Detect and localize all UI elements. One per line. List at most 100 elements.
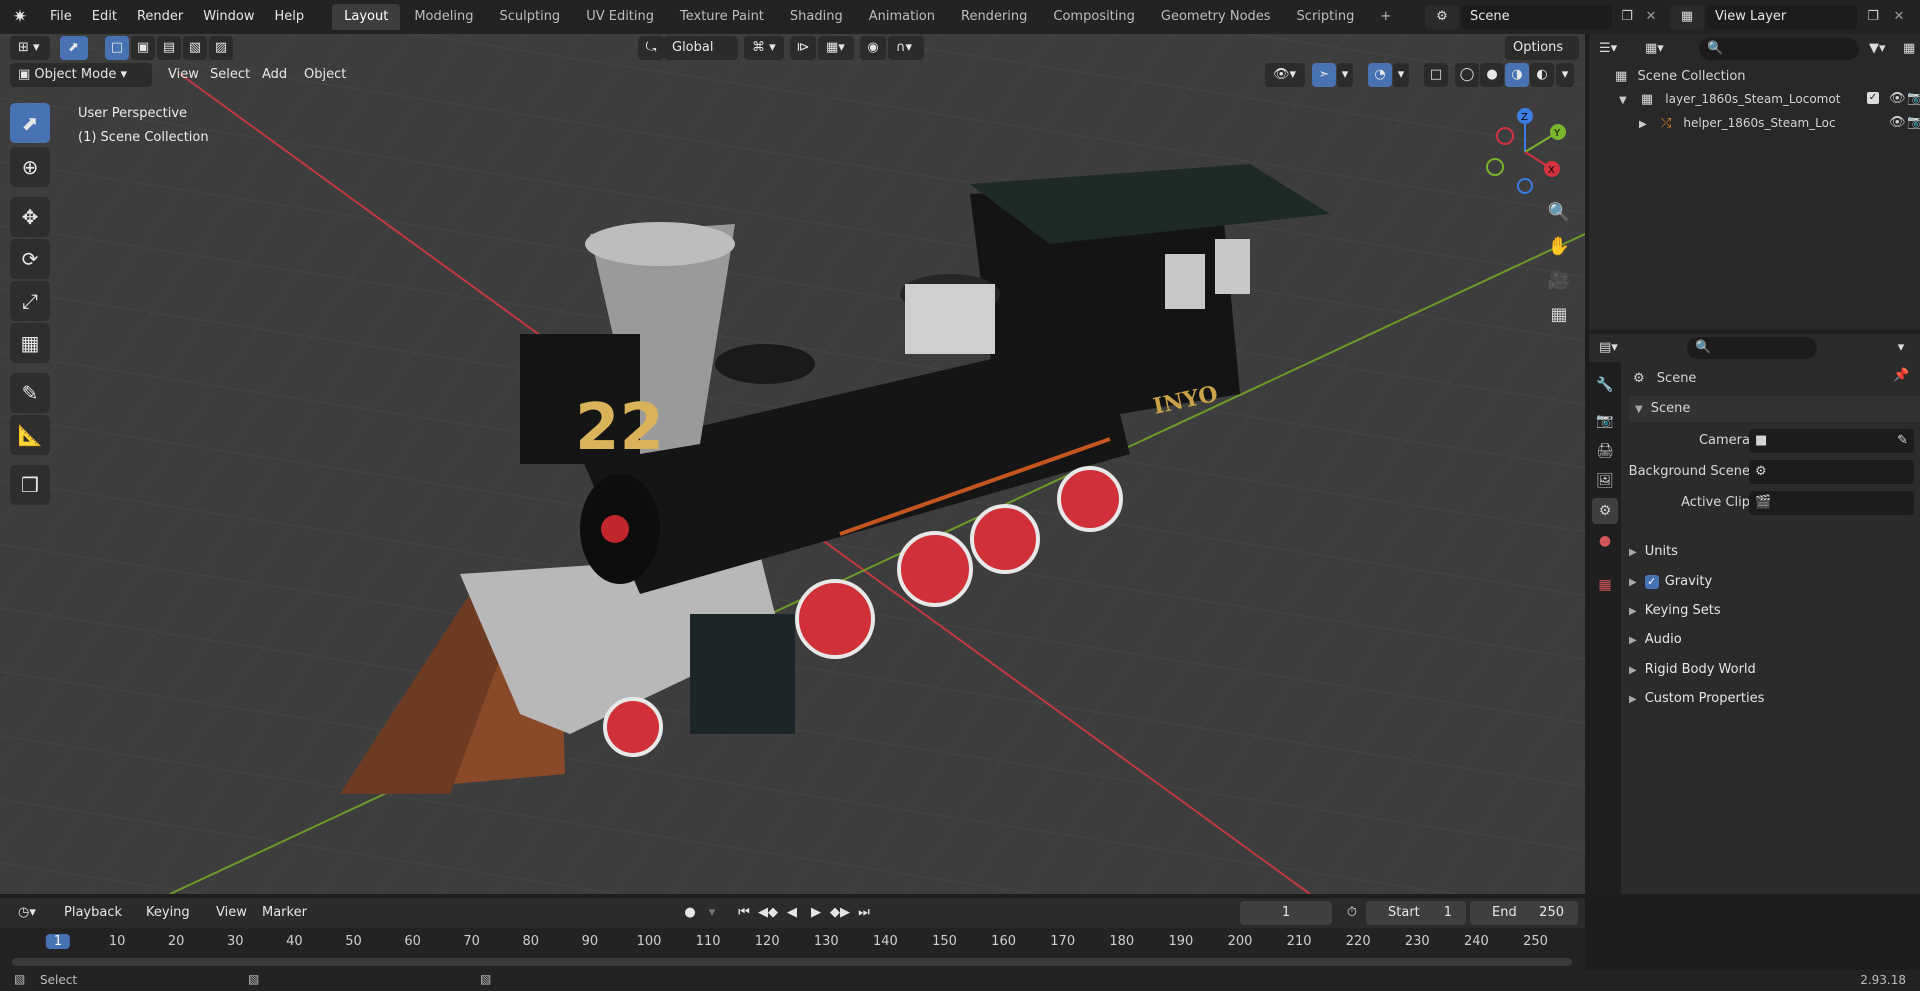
object-mode-dropdown[interactable]: ▣ Object Mode ▾ — [10, 63, 152, 87]
view-layer-close-icon[interactable]: ✕ — [1888, 5, 1910, 29]
view-layer-field[interactable]: View Layer — [1707, 5, 1857, 29]
viewport-menu-view[interactable]: View — [162, 63, 205, 87]
timeline-track[interactable]: 1 10 20 30 40 50 60 70 80 90 100 110 120 130 140 150 160… — [0, 928, 1585, 970]
properties-search-input[interactable]: 🔍 — [1687, 337, 1817, 359]
tool-transform[interactable]: ▦ — [10, 323, 50, 363]
camera-field[interactable]: ■ ✎ — [1749, 429, 1914, 453]
shading-solid-icon[interactable]: ● — [1480, 63, 1504, 87]
outliner-filter-icon[interactable]: ▼▾ — [1869, 38, 1903, 60]
tool-add-cube[interactable]: ❒ — [10, 465, 50, 505]
tab-rendering[interactable]: Rendering — [949, 4, 1039, 30]
outliner-item-layer[interactable]: ▼ ▦ layer_1860s_Steam_Locomot ✓ 👁 📷 — [1619, 88, 1920, 110]
shading-dropdown-icon[interactable]: ▾ — [1556, 63, 1574, 87]
pivot-point-icon[interactable]: ⌘ ▾ — [744, 36, 784, 60]
world-tab-icon[interactable]: ● — [1592, 528, 1618, 554]
select-mode-new-icon[interactable]: □ — [105, 36, 129, 60]
shading-material-icon[interactable]: ◑ — [1505, 63, 1529, 87]
menu-window[interactable]: Window — [193, 0, 264, 34]
axis-gizmo[interactable]: Z Y X — [1480, 104, 1570, 194]
timeline-menu-keying[interactable]: Keying ▾ — [138, 901, 204, 944]
render-camera-icon[interactable]: 📷 — [1907, 112, 1920, 134]
proportional-falloff-icon[interactable]: ∩▾ — [888, 36, 924, 60]
scene-panel-header[interactable]: ▼ Scene — [1629, 396, 1920, 422]
current-frame-field[interactable]: 1 — [1240, 901, 1332, 925]
include-checkbox[interactable]: ✓ — [1867, 92, 1879, 104]
outliner-editor-type-icon[interactable]: ☰▾ — [1599, 38, 1633, 60]
properties-editor-type-icon[interactable]: ▤▾ — [1599, 337, 1633, 359]
tool-measure[interactable]: 📐 — [10, 415, 50, 455]
auto-keying-icon[interactable]: ● — [678, 901, 702, 925]
section-keying-sets[interactable]: ▶ Keying Sets — [1629, 599, 1721, 623]
tool-cursor[interactable]: ⊕ — [10, 147, 50, 187]
tab-uv-editing[interactable]: UV Editing — [574, 4, 666, 30]
tab-texture-paint[interactable]: Texture Paint — [668, 4, 776, 30]
expand-caret-icon[interactable]: ▶ — [1639, 119, 1647, 130]
texture-tab-icon[interactable]: ▦ — [1592, 572, 1618, 598]
menu-file[interactable]: File — [40, 0, 82, 34]
add-workspace-button[interactable]: + — [1368, 4, 1403, 30]
snap-icon[interactable]: ⧐ — [790, 36, 816, 60]
timeline-scrollbar[interactable] — [12, 958, 1572, 966]
play-reverse-icon[interactable]: ◀ — [780, 901, 804, 925]
xray-toggle-icon[interactable]: □ — [1424, 63, 1448, 87]
menu-edit[interactable]: Edit — [82, 0, 127, 34]
eyedropper-icon[interactable]: ✎ — [1897, 429, 1908, 453]
timeline-menu-view[interactable]: View — [210, 901, 253, 925]
tool-rotate[interactable]: ⟳ — [10, 239, 50, 279]
start-frame-field[interactable]: Start 1 — [1366, 901, 1466, 925]
end-frame-field[interactable]: End 250 — [1470, 901, 1578, 925]
menu-render[interactable]: Render — [127, 0, 193, 34]
gravity-checkbox[interactable]: ✓ — [1644, 574, 1659, 589]
section-custom-properties[interactable]: ▶ Custom Properties — [1629, 687, 1764, 711]
visibility-icon[interactable]: 👁▾ — [1265, 63, 1305, 87]
select-mode-subtract-icon[interactable]: ▤ — [157, 36, 181, 60]
jump-start-icon[interactable]: ⏮ — [732, 901, 756, 925]
section-audio[interactable]: ▶ Audio — [1629, 628, 1682, 652]
section-units[interactable]: ▶ Units — [1629, 540, 1678, 564]
snap-target-icon[interactable]: ▦▾ — [818, 36, 854, 60]
tool-move[interactable]: ✥ — [10, 197, 50, 237]
viewport-menu-select[interactable]: Select — [204, 63, 256, 87]
current-frame-marker[interactable]: 1 — [45, 934, 71, 949]
section-rigid-body-world[interactable]: ▶ Rigid Body World — [1629, 658, 1756, 682]
active-clip-field[interactable]: 🎬 — [1749, 491, 1914, 515]
tool-scale[interactable]: ⤢ — [10, 281, 50, 321]
background-scene-field[interactable]: ⚙ — [1749, 460, 1914, 484]
gizmo-toggle-icon[interactable]: ➣ — [1312, 63, 1336, 87]
proportional-edit-icon[interactable]: ◉ — [860, 36, 886, 60]
scene-tab-icon[interactable]: ⚙ — [1592, 498, 1618, 524]
scene-selector-icon[interactable]: ⚙ — [1425, 5, 1459, 29]
jump-keyframe-back-icon[interactable]: ◀◆ — [756, 901, 780, 925]
transform-orientation-dropdown[interactable]: Global — [664, 36, 738, 60]
outliner-item-helper[interactable]: ▶ ⤮ helper_1860s_Steam_Loc 👁 📷 — [1639, 112, 1920, 134]
render-tab-icon[interactable]: 📷 — [1592, 408, 1618, 434]
view-layer-icon[interactable]: ▦ — [1670, 5, 1704, 29]
shading-rendered-icon[interactable]: ◐ — [1530, 63, 1554, 87]
jump-end-icon[interactable]: ⏭ — [852, 901, 876, 925]
tool-annotate[interactable]: ✎ — [10, 373, 50, 413]
outliner-root-row[interactable]: ▦ Scene Collection — [1615, 66, 1746, 88]
auto-keying-dropdown-icon[interactable]: ▾ — [702, 901, 722, 925]
viewport-menu-object[interactable]: Object — [298, 63, 352, 87]
tab-layout[interactable]: Layout — [332, 4, 401, 30]
gizmo-dropdown-icon[interactable]: ▾ — [1337, 63, 1353, 87]
transform-orientation-icon[interactable]: ⤿ — [638, 36, 664, 60]
expand-caret-icon[interactable]: ▼ — [1619, 95, 1627, 106]
camera-view-icon[interactable]: 🎥 — [1543, 264, 1575, 296]
view-layer-copy-icon[interactable]: ❐ — [1862, 5, 1884, 29]
select-box-tool-icon[interactable]: ⬈ — [60, 36, 88, 60]
pan-hand-icon[interactable]: ✋ — [1543, 230, 1575, 262]
menu-help[interactable]: Help — [265, 0, 315, 34]
play-icon[interactable]: ▶ — [804, 901, 828, 925]
shading-wireframe-icon[interactable]: ◯ — [1455, 63, 1479, 87]
tool-select-box[interactable]: ⬈ — [10, 103, 50, 143]
select-mode-intersect-icon[interactable]: ▨ — [209, 36, 233, 60]
pin-icon[interactable]: 📌 — [1893, 368, 1909, 383]
outliner-display-mode-icon[interactable]: ▦▾ — [1645, 38, 1679, 60]
visibility-eye-icon[interactable]: 👁 — [1889, 112, 1906, 134]
properties-options-icon[interactable]: ▾ — [1889, 337, 1913, 359]
scene-copy-icon[interactable]: ❐ — [1616, 5, 1638, 29]
ortho-grid-icon[interactable]: ▦ — [1543, 298, 1575, 330]
tab-geometry-nodes[interactable]: Geometry Nodes — [1149, 4, 1283, 30]
preview-range-icon[interactable]: ⏱ — [1340, 901, 1364, 925]
